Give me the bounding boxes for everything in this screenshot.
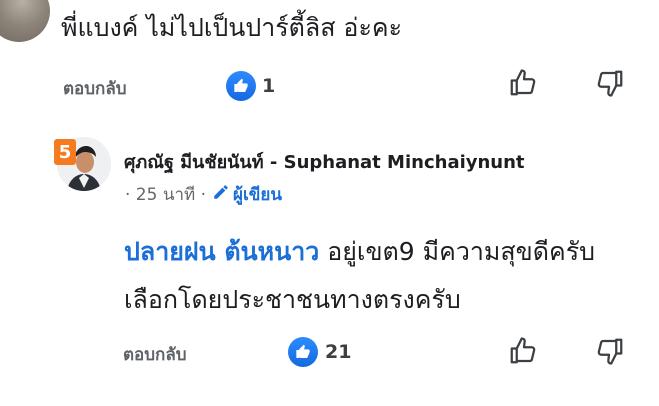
author-badge-label: ผู้เขียน (233, 185, 283, 205)
commenter-avatar[interactable] (0, 0, 50, 42)
author-badge: ผู้เขียน (212, 181, 282, 208)
like-badge-icon (288, 337, 318, 367)
thumbs-down-icon[interactable] (593, 66, 627, 100)
reply-button[interactable]: ตอบกลับ (123, 341, 187, 368)
comment-text: พี่แบงค์ ไม่ไปเป็นปาร์ตี้ลิส อ่ะคะ (61, 13, 403, 42)
reply-button[interactable]: ตอบกลับ (63, 75, 127, 102)
reply-time: · 25 นาที · (125, 185, 207, 205)
party-number-badge: 5 (54, 139, 76, 165)
pencil-icon (212, 183, 230, 206)
like-count: 21 (325, 341, 352, 363)
like-count: 1 (262, 75, 276, 97)
thumbs-up-icon[interactable] (506, 334, 540, 368)
reply-text: ปลายฝน ต้นหนาว อยู่เขต9 มีความสุขดีครับ … (124, 228, 644, 324)
like-badge-icon (226, 71, 256, 101)
thumbs-down-icon[interactable] (593, 334, 627, 368)
reply-meta: · 25 นาที · ผู้เขียน (125, 181, 282, 208)
mention-link[interactable]: ปลายฝน ต้นหนาว (124, 237, 319, 266)
thumbs-up-icon[interactable] (506, 66, 540, 100)
reply-author-name[interactable]: ศุภณัฐ มีนชัยนันท์ - Suphanat Minchaiynu… (124, 147, 525, 176)
